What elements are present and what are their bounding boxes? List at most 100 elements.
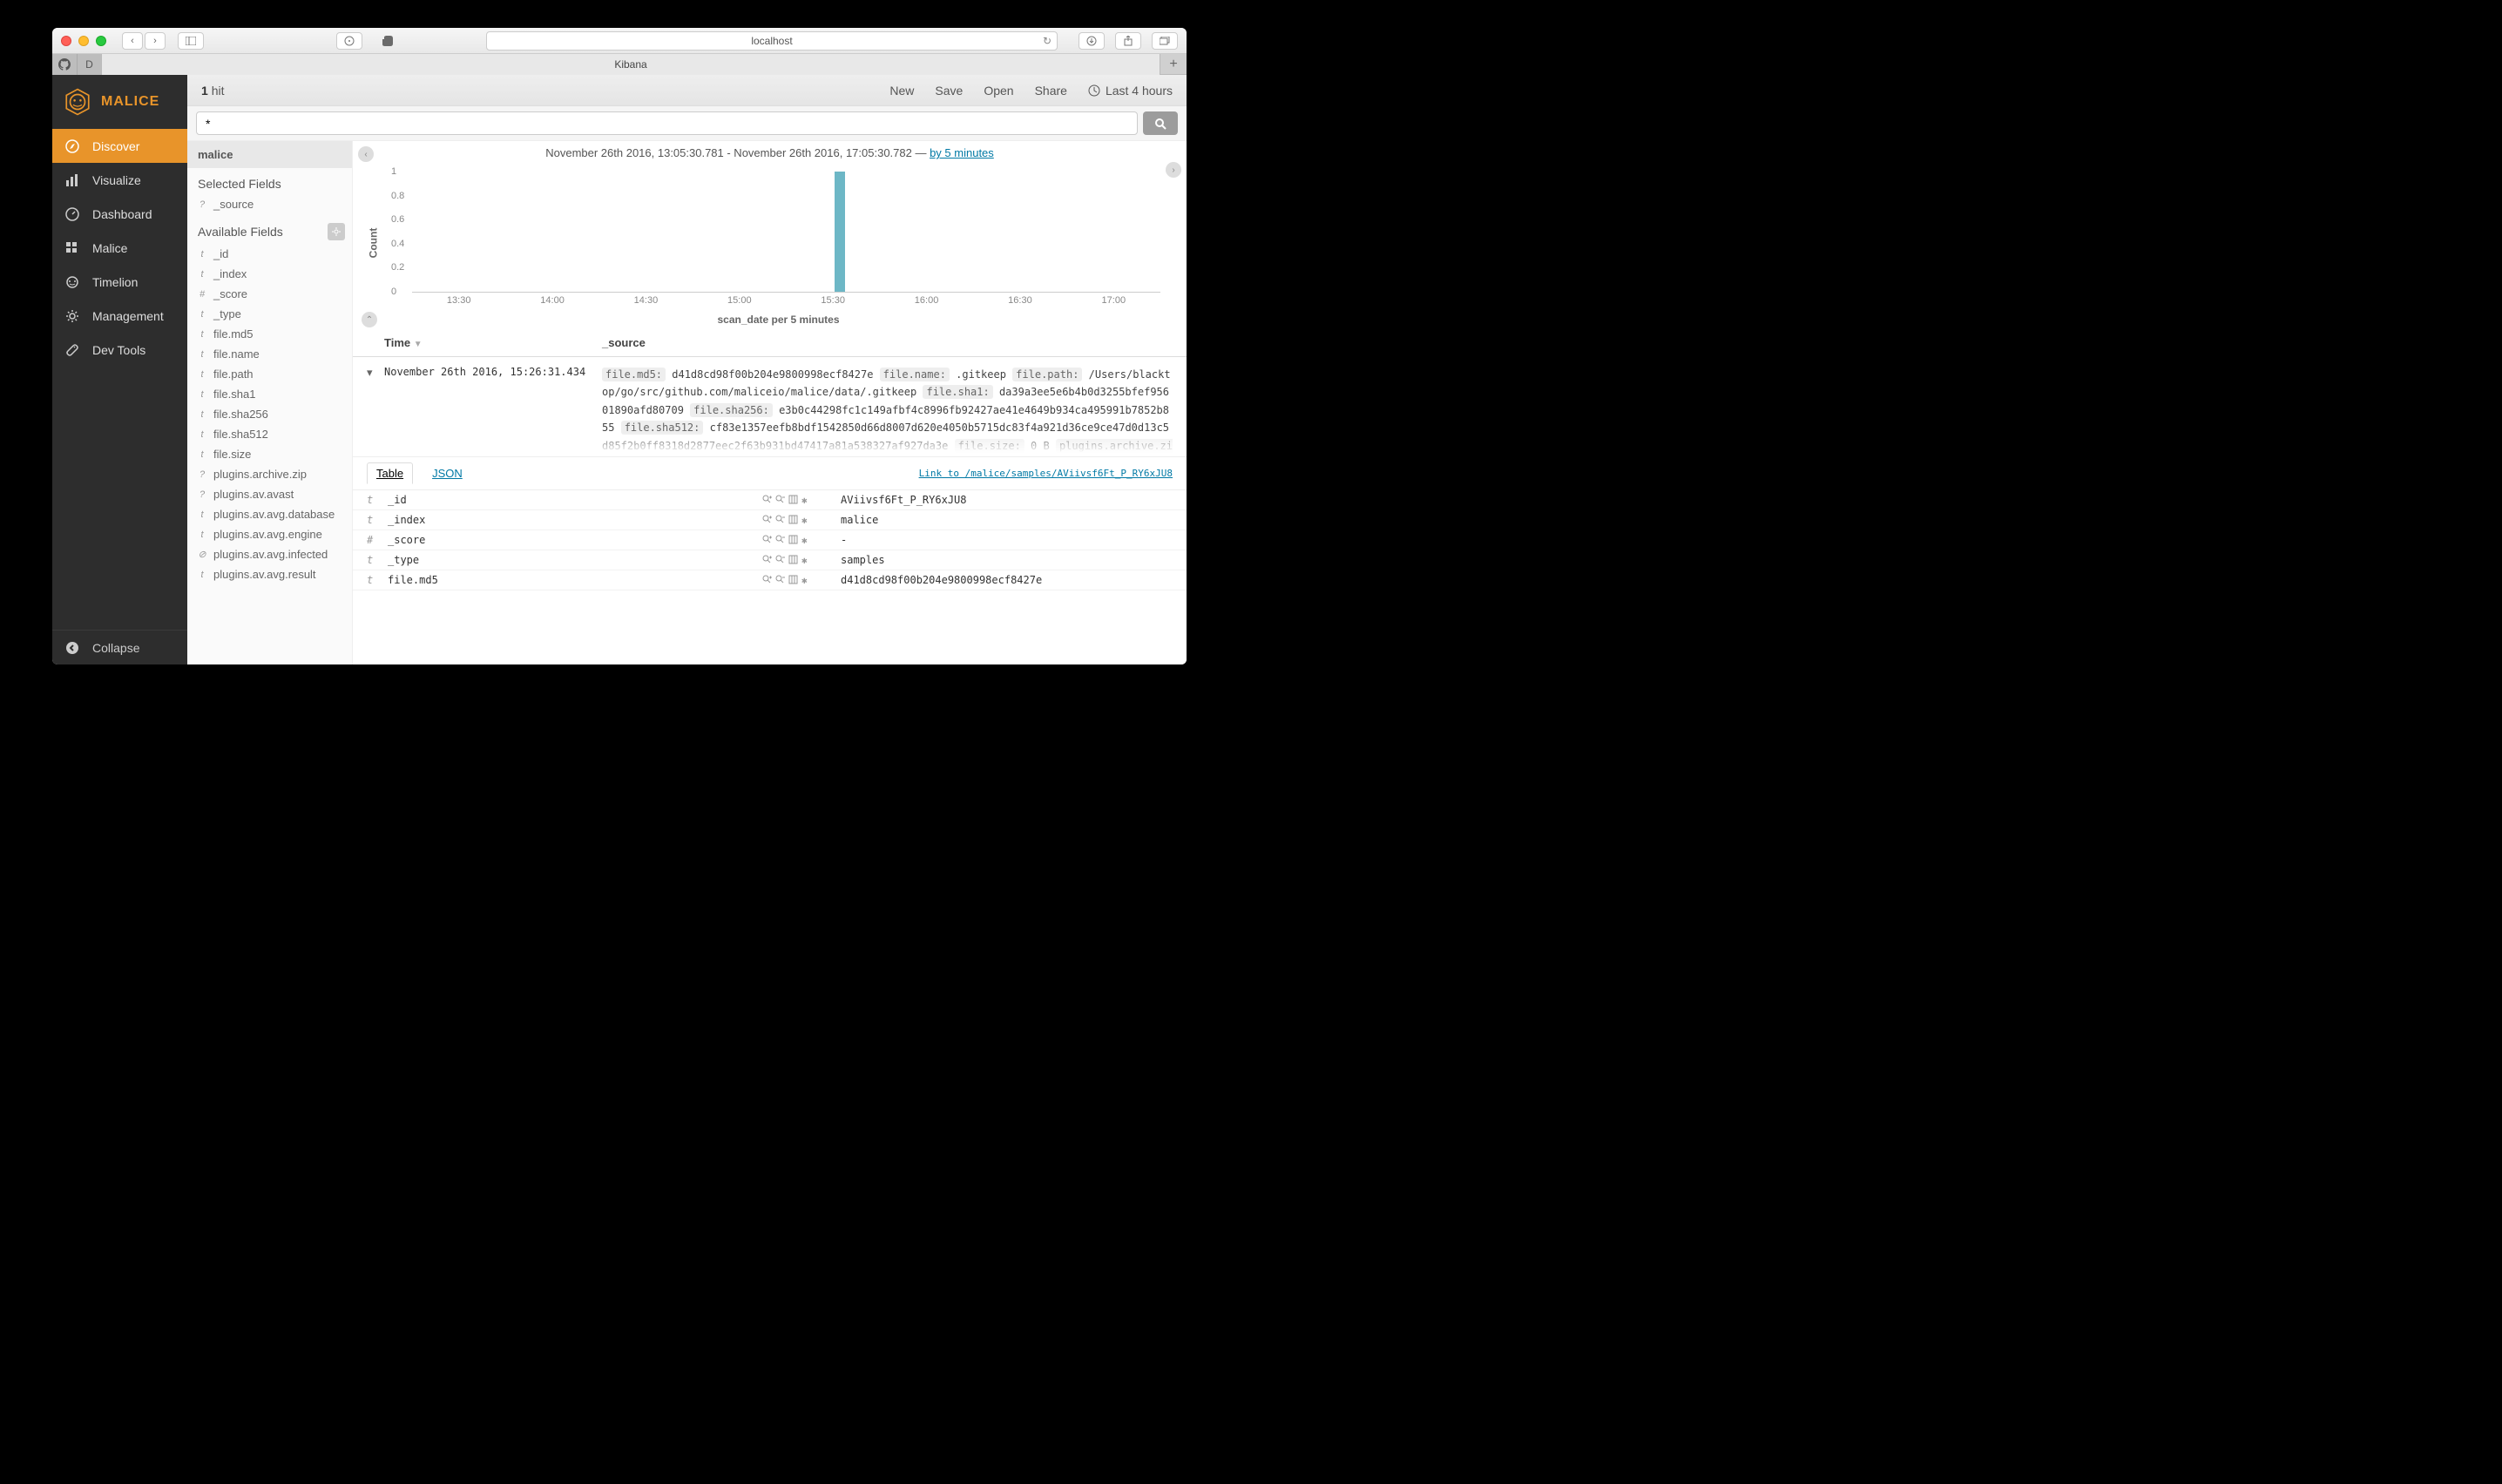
forward-button[interactable]: › (145, 32, 166, 50)
detail-field-name: _type (388, 554, 762, 566)
clock-icon (1088, 84, 1100, 97)
filter-for-icon[interactable] (762, 535, 772, 546)
nav-malice[interactable]: Malice (52, 231, 187, 265)
expand-chart-button[interactable]: ⌃ (362, 312, 377, 327)
close-window-button[interactable] (61, 36, 71, 46)
detail-actions: ✱ (762, 535, 841, 546)
active-tab[interactable]: Kibana (101, 54, 1160, 75)
nav-dev-tools[interactable]: Dev Tools (52, 333, 187, 367)
gear-icon (332, 227, 341, 236)
pinned-tab[interactable]: D (77, 54, 101, 75)
field-item[interactable]: tfile.size (187, 444, 352, 464)
col-time-header[interactable]: Time ▼ (384, 336, 602, 349)
sidebar-toggle-button[interactable] (178, 32, 204, 50)
search-input[interactable] (196, 111, 1138, 135)
field-name: file.sha512 (213, 428, 268, 441)
index-pattern-selector[interactable]: malice (187, 141, 352, 168)
field-item[interactable]: tplugins.av.avg.engine (187, 524, 352, 544)
field-item[interactable]: tfile.sha1 (187, 384, 352, 404)
field-item[interactable]: tplugins.av.avg.result (187, 564, 352, 584)
field-item[interactable]: tfile.sha512 (187, 424, 352, 444)
tab-json[interactable]: JSON (423, 463, 471, 483)
exists-filter-icon[interactable]: ✱ (801, 535, 808, 546)
fields-settings-button[interactable] (328, 223, 345, 240)
reader-button[interactable] (336, 32, 362, 50)
detail-doc-link[interactable]: Link to /malice/samples/AViivsf6Ft_P_RY6… (919, 468, 1173, 479)
filter-out-icon[interactable] (775, 575, 785, 586)
tab-table[interactable]: Table (367, 462, 413, 484)
minimize-window-button[interactable] (78, 36, 89, 46)
field-item[interactable]: ?plugins.av.avast (187, 484, 352, 504)
filter-out-icon[interactable] (775, 515, 785, 526)
nav-visualize[interactable]: Visualize (52, 163, 187, 197)
filter-for-icon[interactable] (762, 495, 772, 506)
malice-logo-icon (63, 87, 92, 117)
open-button[interactable]: Open (984, 84, 1013, 98)
histogram[interactable]: Count 00.20.40.60.8113:3014:0014:3015:00… (388, 165, 1169, 326)
x-axis-label: scan_date per 5 minutes (717, 314, 839, 326)
nav-management[interactable]: Management (52, 299, 187, 333)
downloads-button[interactable] (1079, 32, 1105, 50)
nav-timelion[interactable]: Timelion (52, 265, 187, 299)
toggle-column-icon[interactable] (788, 495, 798, 506)
field-item[interactable]: t_id (187, 244, 352, 264)
nav-dashboard[interactable]: Dashboard (52, 197, 187, 231)
detail-field-value: d41d8cd98f00b204e9800998ecf8427e (841, 574, 1173, 586)
toggle-column-icon[interactable] (788, 535, 798, 546)
toolbar-right (1073, 32, 1178, 50)
detail-tabs: Table JSON Link to /malice/samples/AViiv… (353, 457, 1187, 490)
exists-filter-icon[interactable]: ✱ (801, 515, 808, 526)
save-button[interactable]: Save (935, 84, 963, 98)
filter-for-icon[interactable] (762, 555, 772, 566)
maximize-window-button[interactable] (96, 36, 106, 46)
share-button[interactable]: Share (1035, 84, 1067, 98)
histogram-bar[interactable] (835, 172, 845, 292)
share-button[interactable] (1115, 32, 1141, 50)
col-source-header[interactable]: _source (602, 336, 1173, 349)
new-button[interactable]: New (889, 84, 914, 98)
detail-field-name: _id (388, 494, 762, 506)
filter-for-icon[interactable] (762, 515, 772, 526)
toggle-column-icon[interactable] (788, 575, 798, 586)
toggle-column-icon[interactable] (788, 555, 798, 566)
exists-filter-icon[interactable]: ✱ (801, 555, 808, 566)
evernote-button[interactable] (375, 32, 401, 50)
field-name: _source (213, 198, 254, 211)
filter-out-icon[interactable] (775, 555, 785, 566)
address-bar[interactable]: localhost ↻ (486, 31, 1058, 51)
exists-filter-icon[interactable]: ✱ (801, 575, 808, 586)
expand-row-toggle[interactable]: ▾ (367, 366, 384, 453)
new-tab-button[interactable]: + (1160, 54, 1187, 75)
collapse-button[interactable]: Collapse (52, 630, 187, 664)
field-name: plugins.av.avg.engine (213, 528, 322, 541)
field-item[interactable]: t_index (187, 264, 352, 284)
doc-table: Time ▼ _source ▾ November 26th 2016, 15:… (353, 329, 1187, 590)
search-submit-button[interactable] (1143, 111, 1178, 135)
search-icon (1154, 118, 1166, 130)
field-item[interactable]: tplugins.av.avg.database (187, 504, 352, 524)
field-item[interactable]: ⊘plugins.av.avg.infected (187, 544, 352, 564)
field-item[interactable]: tfile.md5 (187, 324, 352, 344)
time-picker[interactable]: Last 4 hours (1088, 84, 1173, 98)
collapse-left-button[interactable]: ‹ (358, 146, 374, 162)
field-item[interactable]: ?_source (187, 194, 352, 214)
tabs-button[interactable] (1152, 32, 1178, 50)
back-button[interactable]: ‹ (122, 32, 143, 50)
field-item[interactable]: ?plugins.archive.zip (187, 464, 352, 484)
field-item[interactable]: tfile.sha256 (187, 404, 352, 424)
toggle-column-icon[interactable] (788, 515, 798, 526)
filter-out-icon[interactable] (775, 495, 785, 506)
exists-filter-icon[interactable]: ✱ (801, 495, 808, 506)
filter-out-icon[interactable] (775, 535, 785, 546)
nav-discover[interactable]: Discover (52, 129, 187, 163)
titlebar: ‹ › localhost ↻ (52, 28, 1187, 54)
field-name: _score (213, 287, 247, 300)
field-item[interactable]: tfile.name (187, 344, 352, 364)
field-item[interactable]: #_score (187, 284, 352, 304)
interval-link[interactable]: by 5 minutes (930, 146, 994, 159)
field-item[interactable]: tfile.path (187, 364, 352, 384)
github-tab[interactable] (52, 54, 77, 75)
field-item[interactable]: t_type (187, 304, 352, 324)
reload-icon[interactable]: ↻ (1043, 35, 1052, 47)
filter-for-icon[interactable] (762, 575, 772, 586)
